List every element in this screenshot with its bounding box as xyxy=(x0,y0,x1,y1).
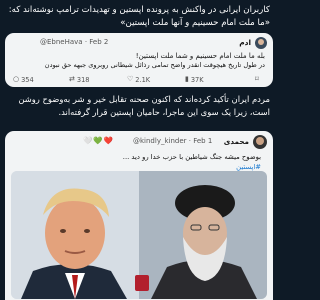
repost-count: 318 xyxy=(76,75,90,84)
reply-count: 354 xyxy=(21,75,34,84)
author-name[interactable]: محمدی xyxy=(224,137,249,146)
embedded-tweet-2[interactable]: محمدی 🤍💚❤️ @kindly_kinder · Feb 1 بوضوح … xyxy=(5,131,273,300)
heart-emojis: 🤍💚❤️ xyxy=(83,136,115,145)
tweet-header: محمدی 🤍💚❤️ @kindly_kinder · Feb 1 xyxy=(11,135,267,149)
author-handle[interactable]: @EbneHava · Feb 2 xyxy=(40,38,108,46)
repost-icon: ⇄ xyxy=(69,75,75,83)
tweet-text: بوضوح میشه جنگ شیاطین با حزب خدا رو دید … xyxy=(122,153,261,161)
views-stat[interactable]: ▮ 37K xyxy=(185,75,204,84)
embedded-tweet-1[interactable]: ادم @EbneHava · Feb 2 بله ما ملت امام حس… xyxy=(5,33,273,87)
photo-illustration xyxy=(11,171,267,299)
author-handle[interactable]: @kindly_kinder · Feb 1 xyxy=(133,137,212,145)
author-name[interactable]: ادم xyxy=(239,38,251,47)
avatar[interactable] xyxy=(255,37,267,49)
tweet-text-line-1: بله ما ملت امام حسینیم و شما ملت اپستین! xyxy=(135,52,265,60)
headline-text: کاربران ایرانی در واکنش به پرونده اپستین… xyxy=(8,5,270,28)
heart-icon: ♡ xyxy=(127,75,134,83)
reply-stat[interactable]: ○ 354 xyxy=(13,75,34,84)
tweet-header: ادم @EbneHava · Feb 2 xyxy=(10,37,267,49)
tweet-text-line-2: در طول تاریخ هیچوقت انقدر واضح تمامی رذا… xyxy=(44,61,265,69)
like-stat[interactable]: ♡ 2.1K xyxy=(127,75,150,84)
tweet-stats: ○ 354 ⇄ 318 ♡ 2.1K ▮ 37K ⌑ xyxy=(13,75,265,84)
comment-icon: ○ xyxy=(13,75,20,83)
caption-text: مردم ایران تأکید کرده‌اند که اکنون صحنه … xyxy=(18,94,270,117)
avatar[interactable] xyxy=(253,135,267,149)
hashtag-link[interactable]: #اپستین xyxy=(236,163,261,171)
bookmark-icon: ⌑ xyxy=(255,75,259,83)
tweet-photo[interactable] xyxy=(11,171,267,299)
news-post: کاربران ایرانی در واکنش به پرونده اپستین… xyxy=(0,0,278,300)
repost-stat[interactable]: ⇄ 318 xyxy=(69,75,89,84)
chart-icon: ▮ xyxy=(185,75,189,83)
like-count: 2.1K xyxy=(135,75,151,84)
bookmark-button[interactable]: ⌑ xyxy=(255,75,259,84)
views-count: 37K xyxy=(190,75,204,84)
